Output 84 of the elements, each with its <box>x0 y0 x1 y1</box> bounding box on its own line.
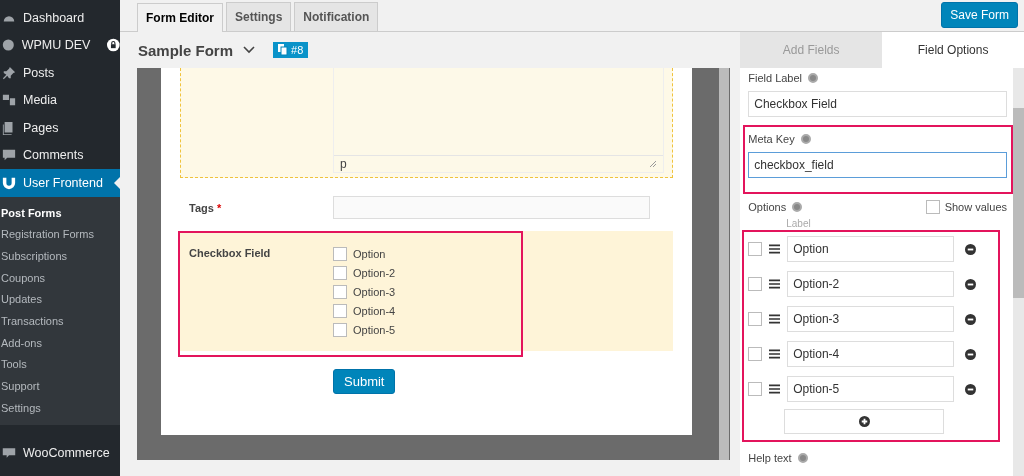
submenu-item[interactable]: Transactions <box>0 310 120 333</box>
pin-icon <box>2 65 16 80</box>
remove-icon[interactable] <box>965 243 977 255</box>
sidebar-item[interactable]: WPMU DEV <box>0 31 120 59</box>
field-label: Help text <box>748 452 792 464</box>
sidebar-item[interactable]: Posts <box>0 59 120 87</box>
checkbox[interactable] <box>748 382 763 396</box>
help-icon[interactable] <box>808 73 819 83</box>
submenu-item[interactable]: Registration Forms <box>0 224 120 246</box>
checkbox[interactable] <box>748 242 763 256</box>
field-label: Field Label <box>748 72 803 84</box>
drag-handle-icon[interactable] <box>769 384 781 394</box>
option-input[interactable]: Option-4 <box>787 341 955 367</box>
submenu-item[interactable]: Post Forms <box>0 202 120 225</box>
option-input[interactable]: Option-3 <box>787 306 955 332</box>
remove-icon[interactable] <box>965 383 977 395</box>
checkbox[interactable] <box>333 304 347 318</box>
submenu-item[interactable]: Support <box>0 376 120 398</box>
remove-icon[interactable] <box>965 348 977 360</box>
meta-key-input[interactable]: checkbox_field <box>748 152 1007 178</box>
option-label: Option-2 <box>353 267 396 279</box>
checkbox[interactable] <box>333 247 347 261</box>
copy-icon <box>278 44 289 56</box>
drag-handle-icon[interactable] <box>769 349 781 359</box>
checkbox[interactable] <box>748 277 763 291</box>
help-icon[interactable] <box>792 202 803 212</box>
add-icon <box>858 416 870 427</box>
drag-handle-icon[interactable] <box>769 279 781 289</box>
checkbox[interactable] <box>333 266 347 280</box>
u-logo-icon <box>2 175 16 190</box>
chevron-down-icon[interactable] <box>243 46 256 54</box>
help-icon[interactable] <box>797 453 808 463</box>
checkbox[interactable] <box>333 285 347 299</box>
submenu-item[interactable]: Settings <box>0 397 120 420</box>
option-label: Option-5 <box>353 324 396 336</box>
pages-icon <box>2 120 16 135</box>
field-label: Options <box>748 201 787 213</box>
add-option-button[interactable] <box>784 409 945 434</box>
sidebar-item[interactable]: Media <box>0 86 120 114</box>
tags-input[interactable] <box>333 196 650 219</box>
resize-grip-icon[interactable] <box>649 160 657 168</box>
option-input[interactable]: Option-5 <box>787 376 955 402</box>
tab[interactable]: Form Editor <box>137 3 223 32</box>
column-header: Label <box>786 218 812 229</box>
field-label: Tags * <box>188 201 223 214</box>
remove-icon[interactable] <box>965 278 977 290</box>
checkbox[interactable] <box>748 312 763 326</box>
checkbox-label: Show values <box>944 201 1007 213</box>
sidebar-item[interactable]: Pages <box>0 114 120 142</box>
submenu-item[interactable]: Coupons <box>0 267 120 290</box>
sidebar-item[interactable]: Comments <box>0 141 120 169</box>
scrollbar[interactable] <box>719 68 729 460</box>
submenu-item[interactable]: Subscriptions <box>0 245 120 268</box>
scrollbar[interactable] <box>1013 68 1024 476</box>
option-input[interactable]: Option-2 <box>787 271 955 297</box>
field-label: Checkbox Field <box>188 247 272 261</box>
option-label: Option-3 <box>353 286 396 298</box>
editor-path: p <box>340 157 347 171</box>
form-title: Sample Form <box>138 41 234 59</box>
sidebar-item[interactable]: WooCommerce <box>0 439 120 467</box>
field-label-input[interactable]: Checkbox Field <box>748 91 1007 117</box>
submenu-item[interactable]: Updates <box>0 289 120 311</box>
drag-handle-icon[interactable] <box>769 314 781 324</box>
sidebar-item[interactable]: User Frontend <box>0 169 120 197</box>
submenu-item[interactable]: Tools <box>0 354 120 376</box>
option-label: Option-4 <box>353 305 396 317</box>
tab[interactable]: Settings <box>226 2 292 31</box>
checkbox[interactable] <box>333 323 347 337</box>
field-label: Meta Key <box>748 133 795 145</box>
help-icon[interactable] <box>800 134 811 144</box>
option-input[interactable]: Option <box>787 236 955 262</box>
sidebar-item[interactable]: Dashboard <box>0 4 120 32</box>
submenu-item[interactable]: Add-ons <box>0 332 120 355</box>
option-label: Option <box>353 248 386 260</box>
submit-button[interactable]: Submit <box>333 369 396 394</box>
drag-handle-icon[interactable] <box>769 244 781 254</box>
checkbox[interactable] <box>925 200 940 214</box>
checkbox[interactable] <box>748 347 763 361</box>
remove-icon[interactable] <box>965 313 977 325</box>
text-editor[interactable]: p <box>333 68 664 173</box>
circle-logo-icon <box>2 38 15 53</box>
save-button[interactable]: Save Form <box>941 1 1018 28</box>
media-icon <box>2 93 16 108</box>
tab[interactable]: Notification <box>294 2 379 31</box>
